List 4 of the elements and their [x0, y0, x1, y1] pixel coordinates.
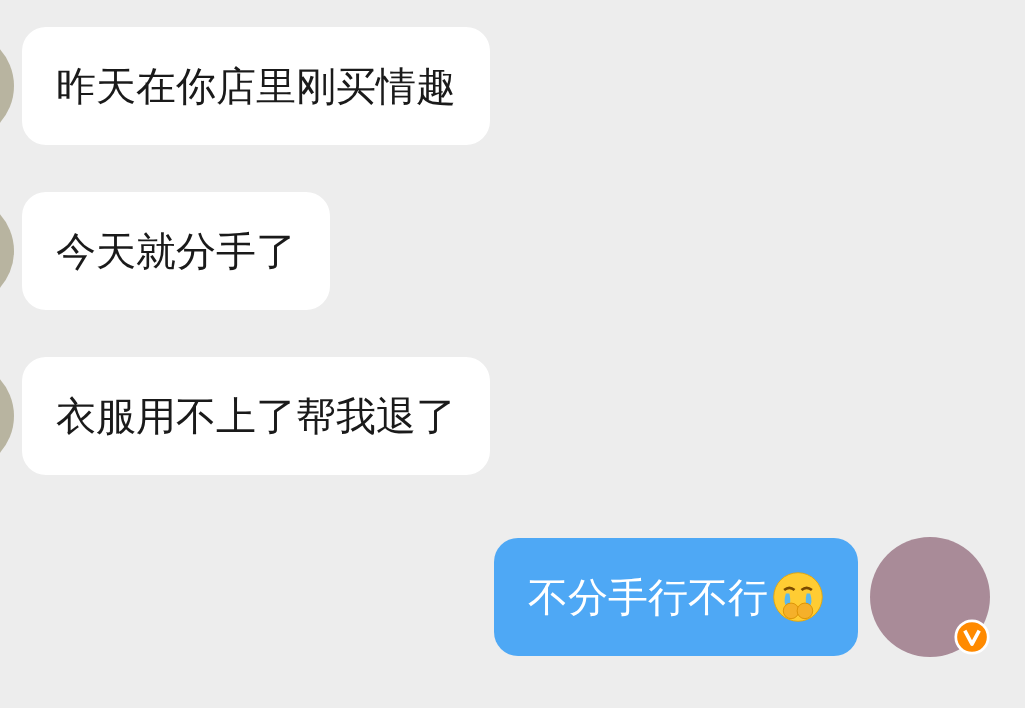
- message-bubble: 不分手行不行: [494, 538, 858, 656]
- message-bubble: 昨天在你店里刚买情趣: [22, 27, 490, 145]
- message-bubble: 今天就分手了: [22, 192, 330, 310]
- message-bubble: 衣服用不上了帮我退了: [22, 357, 490, 475]
